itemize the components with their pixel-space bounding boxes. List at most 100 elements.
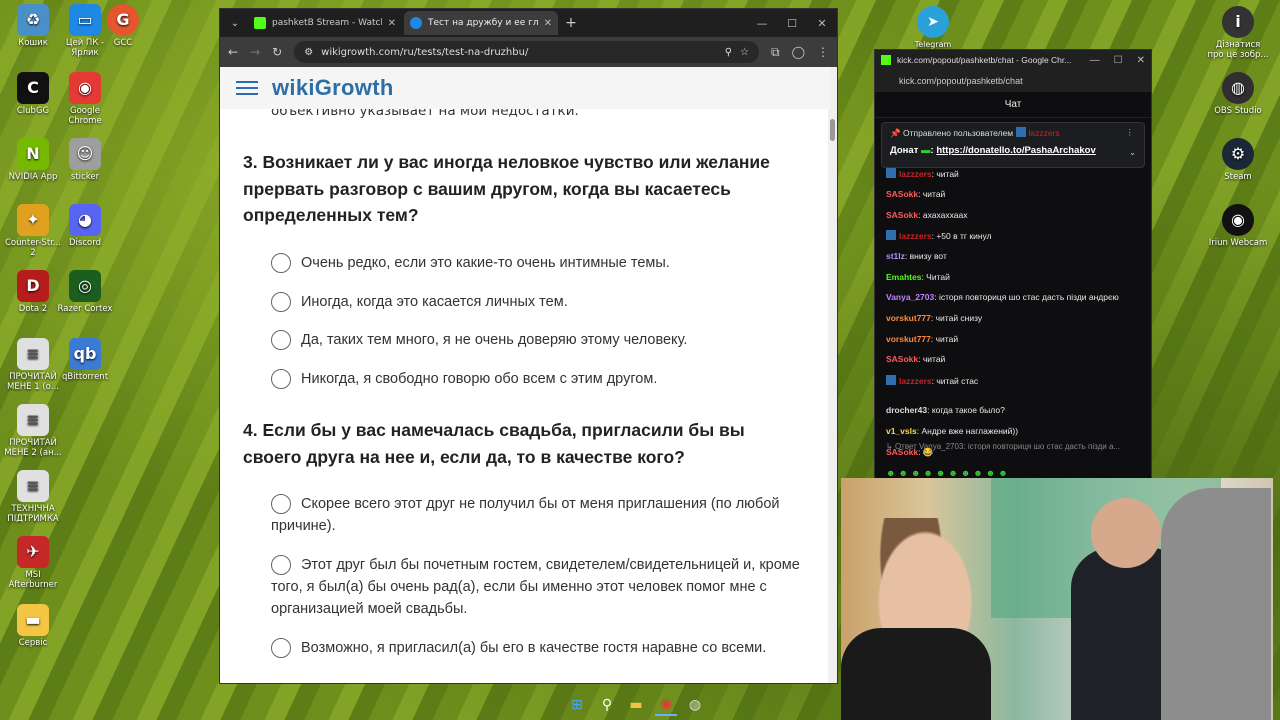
new-tab-button[interactable]: + <box>560 15 582 31</box>
pinned-message[interactable]: 📌 Отправлено пользователем lazzzers Дона… <box>881 122 1145 168</box>
q4-option-3[interactable]: Возможно, я пригласил(а) бы его в качест… <box>271 637 811 659</box>
zoom-icon[interactable]: ⚲ <box>725 47 732 58</box>
menu-icon[interactable]: ⋮ <box>817 45 829 59</box>
desktop-icon[interactable]: i Дізнатися про це зобр... <box>1207 6 1269 60</box>
site-header: wikiGrowth <box>220 67 830 109</box>
desktop-icon[interactable]: ⚙ Steam <box>1207 138 1269 182</box>
q3-option-1[interactable]: Очень редко, если это какие-то очень инт… <box>271 252 811 274</box>
pinned-by-label: Отправлено пользователем <box>902 128 1014 138</box>
forward-icon[interactable]: → <box>250 45 260 59</box>
pinned-link[interactable]: https://donatello.to/PashaArchakov <box>936 145 1095 156</box>
pinned-username[interactable]: lazzzers <box>1029 128 1060 138</box>
search-icon[interactable]: ⚲ <box>596 694 618 716</box>
radio-button[interactable] <box>271 369 291 389</box>
question-4: 4. Если бы у вас намечалась свадьба, при… <box>243 420 745 467</box>
tab-search-icon[interactable]: ⌄ <box>224 12 246 34</box>
nvidia-icon: N <box>17 138 49 170</box>
desktop-icon[interactable]: qb qBittorrent <box>54 338 116 382</box>
minimize-icon[interactable]: — <box>1090 55 1100 66</box>
radio-button[interactable] <box>271 292 291 312</box>
desktop-icon-gcc[interactable]: G GCC <box>92 4 154 48</box>
chat-username[interactable]: Emahtes <box>886 272 921 282</box>
site-logo[interactable]: wikiGrowth <box>272 75 394 101</box>
bookmark-star-icon[interactable]: ☆ <box>740 47 749 58</box>
chat-message: SASokk: 😂 <box>886 447 1146 458</box>
tab-title: Тест на дружбу и ее глубину <box>428 18 538 28</box>
chat-message: lazzzers: читай стас <box>886 375 1146 386</box>
scrollbar-thumb[interactable] <box>830 119 835 141</box>
chat-message: SASokk: ахахаххаах <box>886 210 1146 220</box>
tab-friendship-test[interactable]: Тест на дружбу и ее глубину ✕ <box>404 11 558 35</box>
chat-username[interactable]: drocher43 <box>886 405 927 415</box>
wikigrowth-favicon-icon <box>410 17 422 29</box>
minimize-icon[interactable]: — <box>747 17 777 30</box>
chat-username[interactable]: SASokk <box>886 210 918 220</box>
desktop-icon[interactable]: ◕ Discord <box>54 204 116 248</box>
page-scrollbar[interactable] <box>828 67 837 683</box>
back-icon[interactable]: ← <box>228 45 238 59</box>
text-file-icon: ≡ <box>17 470 49 502</box>
radio-button[interactable] <box>271 555 291 575</box>
reload-icon[interactable]: ↻ <box>272 45 282 59</box>
radio-button[interactable] <box>271 494 291 514</box>
chat-username[interactable]: v1_vsls <box>886 426 917 436</box>
q3-option-3[interactable]: Да, таких тем много, я не очень доверяю … <box>271 329 811 351</box>
chat-text: читай снизу <box>935 313 983 323</box>
site-info-icon[interactable]: ⚙ <box>304 47 313 58</box>
chat-username[interactable]: SASokk <box>886 354 918 364</box>
desktop-icon[interactable]: ◎ Razer Cortex <box>54 270 116 314</box>
radio-button[interactable] <box>271 330 291 350</box>
address-bar[interactable]: ⚙ wikigrowth.com/ru/tests/test-na-druzhb… <box>294 41 759 63</box>
extensions-icon[interactable]: ⧉ <box>771 45 780 60</box>
file-explorer-icon[interactable]: ▬ <box>625 694 647 716</box>
question-3: 3. Возникает ли у вас иногда неловкое чу… <box>243 152 770 225</box>
chat-username[interactable]: SASokk <box>886 189 918 199</box>
desktop-icon[interactable]: ◍ OBS Studio <box>1207 72 1269 116</box>
desktop-icon-label: ПРОЧИТАЙ МЕНЕ 2 (ан... <box>4 438 62 458</box>
chevron-down-icon[interactable]: ⌄ <box>1129 147 1136 158</box>
chat-username[interactable]: lazzzers <box>899 376 932 386</box>
hamburger-menu-icon[interactable] <box>236 81 258 95</box>
close-window-icon[interactable]: ✕ <box>807 17 837 30</box>
chat-username[interactable]: vorskut777 <box>886 334 931 344</box>
browser-window: ⌄ pashketB Stream - Watch Live o ✕ Тест … <box>219 8 838 684</box>
q3-option-2[interactable]: Иногда, когда это касается личных тем. <box>271 291 811 313</box>
q3-option-4[interactable]: Никогда, я свободно говорю обо всем с эт… <box>271 368 811 390</box>
desktop-icon[interactable]: ◉ Iriun Webcam <box>1207 204 1269 248</box>
chat-username[interactable]: lazzzers <box>899 231 932 241</box>
dota2-icon: D <box>17 270 49 302</box>
profile-icon[interactable]: ◯ <box>792 45 805 59</box>
close-window-icon[interactable]: ✕ <box>1137 55 1145 66</box>
telegram-icon[interactable]: ➤ <box>917 6 949 38</box>
close-tab-icon[interactable]: ✕ <box>388 18 396 29</box>
desktop-icon[interactable]: ☺ sticker <box>54 138 116 182</box>
desktop-icon[interactable]: ≡ ПРОЧИТАЙ МЕНЕ 2 (ан... <box>2 404 64 458</box>
chat-username[interactable]: vorskut777 <box>886 313 931 323</box>
chat-text: Андре вже наглажений)) <box>921 426 1019 436</box>
chat-message: vorskut777: читай снизу <box>886 313 1146 323</box>
clubgg-icon: C <box>17 72 49 104</box>
maximize-icon[interactable]: ☐ <box>777 17 807 30</box>
radio-button[interactable] <box>271 638 291 658</box>
cs2-icon: ✦ <box>17 204 49 236</box>
chat-username[interactable]: st1lz <box>886 251 905 261</box>
q4-option-2[interactable]: Этот друг был бы почетным гостем, свидет… <box>271 554 811 620</box>
desktop-icon[interactable]: ✈ MSI Afterburner <box>2 536 64 590</box>
obs-taskbar-icon[interactable]: ◍ <box>684 694 706 716</box>
chat-username[interactable]: Vanya_2703 <box>886 292 934 302</box>
desktop-icon[interactable]: ▬ Сервіс <box>2 604 64 648</box>
radio-button[interactable] <box>271 253 291 273</box>
text-file-icon: ≡ <box>17 404 49 436</box>
chrome-taskbar-icon[interactable]: ◉ <box>655 694 677 716</box>
unpin-icon[interactable]: ⋮ <box>1126 127 1135 138</box>
chat-username[interactable]: SASokk <box>886 447 918 457</box>
chat-username[interactable]: lazzzers <box>899 169 932 179</box>
q4-option-1[interactable]: Скорее всего этот друг не получил бы от … <box>271 493 811 537</box>
desktop-icon[interactable]: ◉ Google Chrome <box>54 72 116 126</box>
desktop-icon-label: GCC <box>113 38 133 48</box>
maximize-icon[interactable]: ☐ <box>1114 55 1123 66</box>
start-icon[interactable]: ⊞ <box>566 694 588 716</box>
tab-kick-stream[interactable]: pashketB Stream - Watch Live o ✕ <box>248 11 402 35</box>
desktop-icon[interactable]: ≡ ТЕХНІЧНА ПІДТРИМКА <box>2 470 64 524</box>
close-tab-icon[interactable]: ✕ <box>544 18 552 29</box>
